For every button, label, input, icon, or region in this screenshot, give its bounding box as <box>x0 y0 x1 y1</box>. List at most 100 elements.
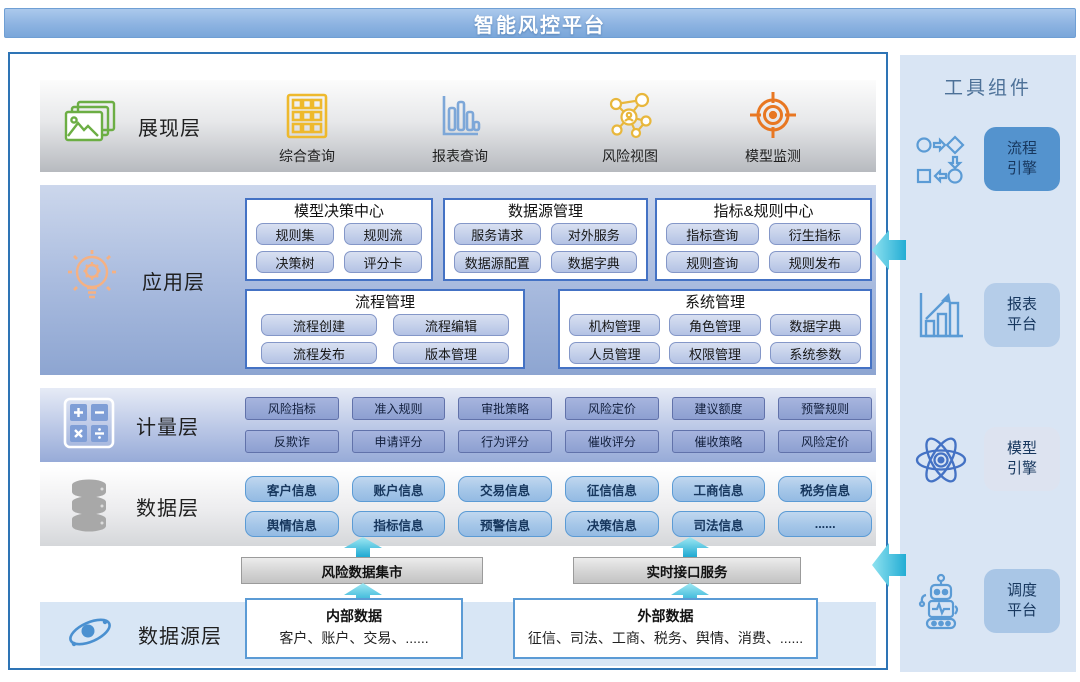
app-chip: 对外服务 <box>551 223 638 245</box>
pres-item-label: 报表查询 <box>405 146 515 166</box>
meas-chip: 反欺诈 <box>245 430 339 453</box>
data-layer-label: 数据层 <box>136 492 199 521</box>
group-process-mgmt: 流程管理 流程创建 流程编辑 流程发布 版本管理 <box>245 289 525 369</box>
meas-chip: 建议额度 <box>672 397 766 420</box>
grid-icon <box>252 88 362 140</box>
pres-item-report: 报表查询 <box>405 88 515 166</box>
internal-data-desc: 客户、账户、交易、...... <box>247 627 461 649</box>
pres-item-query: 综合查询 <box>252 88 362 166</box>
network-icon <box>575 88 685 140</box>
app-chip: 版本管理 <box>393 342 509 364</box>
app-chip: 权限管理 <box>669 342 760 364</box>
meas-chip: 风险定价 <box>778 430 872 453</box>
pres-item-riskview: 风险视图 <box>575 88 685 166</box>
tool-label: 调度平台 <box>1005 581 1039 621</box>
meas-chip: 预警规则 <box>778 397 872 420</box>
datasource-layer-label: 数据源层 <box>138 620 222 649</box>
left-arrow <box>872 226 906 274</box>
tool-schedule-platform-button: 调度平台 <box>984 569 1060 633</box>
data-layer-head: 数据层 <box>62 467 199 546</box>
group-model-decision: 模型决策中心 规则集 规则流 决策树 评分卡 <box>245 198 433 281</box>
app-chip: 规则查询 <box>666 251 759 273</box>
app-chip: 规则发布 <box>769 251 862 273</box>
page-title: 智能风控平台 <box>474 9 606 38</box>
app-chip: 数据字典 <box>770 314 861 336</box>
up-arrow <box>344 537 382 557</box>
tool-item-process-engine: 流程引擎 <box>900 127 1076 193</box>
calculator-icon <box>62 396 116 455</box>
pres-item-label: 风险视图 <box>575 146 685 166</box>
group-title: 模型决策中心 <box>247 200 431 221</box>
page: 智能风控平台 展现层 <box>0 0 1080 682</box>
tool-label: 模型引擎 <box>1005 439 1039 479</box>
data-layer-band: 数据层 客户信息 账户信息 交易信息 征信信息 工商信息 税务信息 舆情信息 指… <box>40 467 876 546</box>
tool-label: 流程引擎 <box>1005 139 1039 179</box>
application-layer-head: 应用层 <box>62 185 205 375</box>
data-chip: 司法信息 <box>672 511 766 537</box>
internal-data-box: 内部数据 客户、账户、交易、...... <box>245 598 463 659</box>
data-chip: 税务信息 <box>778 476 872 502</box>
left-arrow <box>872 538 906 592</box>
tools-sidebar-title: 工具组件 <box>900 73 1076 100</box>
data-chip: 舆情信息 <box>245 511 339 537</box>
report-icon <box>912 287 970 345</box>
meas-chip: 行为评分 <box>458 430 552 453</box>
app-chip: 服务请求 <box>454 223 541 245</box>
app-chip: 规则流 <box>344 223 422 245</box>
pres-item-monitor: 模型监测 <box>718 88 828 166</box>
data-chip: 征信信息 <box>565 476 659 502</box>
measurement-layer-band: 计量层 风险指标 准入规则 审批策略 风险定价 建议额度 预警规则 反欺诈 申请… <box>40 388 876 462</box>
app-chip: 决策树 <box>256 251 334 273</box>
meas-chip: 准入规则 <box>352 397 446 420</box>
top-banner: 智能风控平台 <box>4 8 1076 38</box>
data-chip: 交易信息 <box>458 476 552 502</box>
tool-label: 报表平台 <box>1005 295 1039 335</box>
app-chip: 机构管理 <box>569 314 660 336</box>
app-chip: 系统参数 <box>770 342 861 364</box>
application-layer-band: 应用层 模型决策中心 规则集 规则流 决策树 评分卡 数据源管理 服务请求 对外… <box>40 185 876 375</box>
external-data-title: 外部数据 <box>515 605 816 627</box>
app-chip: 人员管理 <box>569 342 660 364</box>
database-icon <box>62 476 116 537</box>
barchart-icon <box>405 88 515 140</box>
risk-data-mart-bar: 风险数据集市 <box>241 557 483 584</box>
group-title: 指标&规则中心 <box>657 200 870 221</box>
presentation-layer-head: 展现层 <box>62 80 201 172</box>
data-chip: 决策信息 <box>565 511 659 537</box>
pres-item-label: 综合查询 <box>252 146 362 166</box>
tool-model-engine-button: 模型引擎 <box>984 427 1060 491</box>
data-chip: 预警信息 <box>458 511 552 537</box>
tool-process-engine-button: 流程引擎 <box>984 127 1060 191</box>
app-chip: 数据源配置 <box>454 251 541 273</box>
galaxy-icon <box>62 606 118 663</box>
app-chip: 数据字典 <box>551 251 638 273</box>
meas-chip: 催收策略 <box>672 430 766 453</box>
group-system-mgmt: 系统管理 机构管理 角色管理 数据字典 人员管理 权限管理 系统参数 <box>558 289 872 369</box>
meas-chip: 催收评分 <box>565 430 659 453</box>
data-chip: 客户信息 <box>245 476 339 502</box>
group-title: 系统管理 <box>560 291 870 312</box>
external-data-desc: 征信、司法、工商、税务、舆情、消费、...... <box>515 627 816 649</box>
meas-chip: 申请评分 <box>352 430 446 453</box>
external-data-box: 外部数据 征信、司法、工商、税务、舆情、消费、...... <box>513 598 818 659</box>
measurement-layer-label: 计量层 <box>136 411 199 440</box>
main-diagram: 展现层 综合查询 <box>8 52 888 670</box>
app-chip: 指标查询 <box>666 223 759 245</box>
flowchart-icon <box>912 131 970 189</box>
data-chip-grid: 客户信息 账户信息 交易信息 征信信息 工商信息 税务信息 舆情信息 指标信息 … <box>245 476 872 537</box>
data-chip: 账户信息 <box>352 476 446 502</box>
realtime-api-bar: 实时接口服务 <box>573 557 801 584</box>
app-chip: 流程发布 <box>261 342 377 364</box>
atom-icon <box>912 431 970 489</box>
data-chip: 工商信息 <box>672 476 766 502</box>
internal-data-title: 内部数据 <box>247 605 461 627</box>
presentation-layer-band: 展现层 综合查询 <box>40 80 876 172</box>
tool-report-platform-button: 报表平台 <box>984 283 1060 347</box>
presentation-layer-label: 展现层 <box>138 112 201 141</box>
app-chip: 评分卡 <box>344 251 422 273</box>
target-icon <box>718 88 828 140</box>
measurement-layer-head: 计量层 <box>62 388 199 462</box>
meas-chip: 风险指标 <box>245 397 339 420</box>
datasource-layer-band: 数据源层 内部数据 客户、账户、交易、...... 外部数据 征信、司法、工商、… <box>40 602 876 666</box>
group-datasource-mgmt: 数据源管理 服务请求 对外服务 数据源配置 数据字典 <box>443 198 648 281</box>
